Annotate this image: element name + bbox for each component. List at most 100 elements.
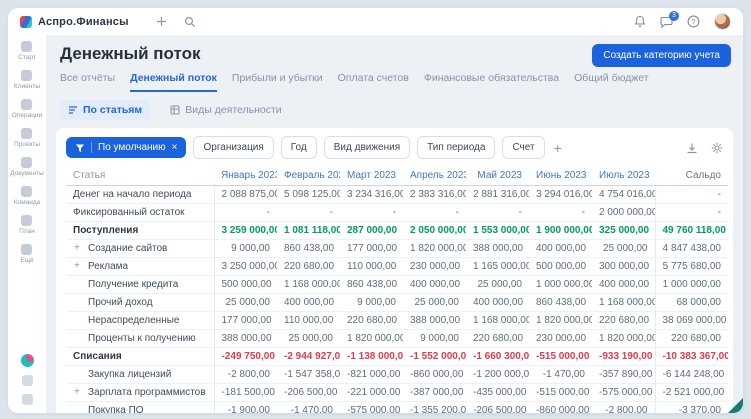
table-row[interactable]: + Реклама 3 250 000,00 220 680,00 110 000,00… xyxy=(66,257,728,276)
user-avatar[interactable] xyxy=(714,13,731,30)
column-header-month[interactable]: Февраль 2023 xyxy=(277,167,340,186)
workspace-logo-icon[interactable] xyxy=(20,354,34,367)
corner-widget-icon[interactable] xyxy=(728,398,743,413)
value-cell: 400 000,00 xyxy=(466,293,529,312)
filter-default-button[interactable]: По умолчанию × xyxy=(66,137,187,158)
app-window: Аспро.Финансы 3 ? Старт Клиенты Операции… xyxy=(8,8,743,413)
table-row[interactable]: Фиксированный остаток - - - - - -2 000 000,00- xyxy=(66,203,728,222)
bell-icon[interactable] xyxy=(633,15,646,28)
cashflow-table-body: Денег на начало периода 2 088 875,00 5 098… xyxy=(66,185,728,413)
value-cell: 1 168 000,00 xyxy=(592,293,655,312)
operations-icon xyxy=(21,99,33,110)
value-cell: 220 680,00 xyxy=(340,311,403,330)
column-header-month[interactable]: Май 2023 xyxy=(466,167,529,186)
expand-icon[interactable]: + xyxy=(74,261,80,272)
row-label: Прочий доход xyxy=(66,293,215,312)
sidebar-item-more[interactable]: Ещё xyxy=(10,244,44,264)
table-row[interactable]: Денег на начало периода 2 088 875,00 5 098… xyxy=(66,185,728,204)
column-header-month[interactable]: Январь 2023 xyxy=(214,167,277,186)
value-cell: 1 081 118,00 xyxy=(277,220,340,240)
value-cell: 3 294 016,00 xyxy=(529,185,592,204)
tab-все-отчёты[interactable]: Все отчёты xyxy=(60,72,115,92)
value-cell: 400 000,00 xyxy=(403,275,466,294)
value-cell: - xyxy=(466,203,529,222)
filter-clear-icon[interactable]: × xyxy=(172,142,178,153)
tab-денежный-поток[interactable]: Денежный поток xyxy=(130,72,217,92)
search-icon[interactable] xyxy=(184,15,197,28)
value-cell: -860 000,00 xyxy=(403,365,466,384)
table-row[interactable]: Закупка лицензий -2 800,00 -1 547 358,00 -8… xyxy=(66,365,728,384)
row-label: Денег на начало периода xyxy=(66,185,215,204)
table-row[interactable]: + Зарплата программистов -181 500,00 -206 5… xyxy=(66,383,728,402)
sidebar-item-plan[interactable]: План xyxy=(10,215,44,235)
sidebar-item-operations[interactable]: Операции xyxy=(10,99,44,119)
report-tabs: Все отчёты Денежный поток Прибыли и убытки… xyxy=(60,72,731,92)
filter-default-label: По умолчанию xyxy=(98,142,166,153)
table-row[interactable]: Прочий доход 25 000,00 400 000,00 9 000,00 2… xyxy=(66,293,728,312)
table-row[interactable]: Проценты к получению 388 000,00 25 000,00 1… xyxy=(66,329,728,348)
brand[interactable]: Аспро.Финансы xyxy=(20,15,129,28)
support-icon[interactable] xyxy=(21,394,33,405)
table-row[interactable]: Списания -249 750,00 -2 944 927,00 -1 138 0… xyxy=(66,346,728,366)
tab-общий-бюджет[interactable]: Общий бюджет xyxy=(574,72,649,92)
download-icon[interactable] xyxy=(685,141,698,154)
column-header-month[interactable]: Июль 2023 xyxy=(592,167,655,186)
column-header-month[interactable]: Март 2023 xyxy=(340,167,403,186)
view-tab-by-items[interactable]: По статьям xyxy=(60,100,151,120)
view-tab-by-activity[interactable]: Виды деятельности xyxy=(162,100,289,120)
tab-прибыли-и-убытки[interactable]: Прибыли и убытки xyxy=(232,72,323,92)
value-cell: 500 000,00 xyxy=(529,257,592,276)
more-icon xyxy=(21,244,33,255)
sidebar-item-clients[interactable]: Клиенты xyxy=(10,70,44,90)
tab-оплата-счетов[interactable]: Оплата счетов xyxy=(338,72,409,92)
integrations-icon[interactable] xyxy=(21,375,33,386)
filter-chip[interactable]: Организация xyxy=(193,136,274,159)
chat-icon[interactable]: 3 xyxy=(660,11,679,28)
sidebar-item-projects[interactable]: Проекты xyxy=(10,128,44,148)
value-cell: -1 355 200,00 xyxy=(403,401,466,413)
row-label: Поступления xyxy=(66,220,215,240)
table-row[interactable]: Получение кредита 500 000,00 1 168 000,00 8… xyxy=(66,275,728,294)
table-row[interactable]: Покупка ПО -1 900,00 -1 470,00 -575 000,00-… xyxy=(66,401,728,413)
value-cell: 2 881 316,00 xyxy=(466,185,529,204)
value-cell: 300 000,00 xyxy=(592,257,655,276)
view-tab-by-items-label: По статьям xyxy=(83,104,143,116)
saldo-cell: 68 000,00 xyxy=(654,293,728,312)
value-cell: 4 754 016,00 xyxy=(592,185,655,204)
value-cell: -575 000,00 xyxy=(340,401,403,413)
value-cell: 1 820 000,00 xyxy=(340,329,403,348)
value-cell: - xyxy=(403,203,466,222)
add-icon[interactable] xyxy=(155,15,168,28)
sidebar-item-team[interactable]: Команда xyxy=(10,186,44,206)
sidebar-item-documents[interactable]: Документы xyxy=(10,157,44,177)
expand-icon[interactable]: + xyxy=(74,387,80,398)
gear-icon[interactable] xyxy=(710,141,723,154)
value-cell: -2 800,00 xyxy=(214,365,277,384)
column-header-month[interactable]: Апрель 2023 xyxy=(403,167,466,186)
value-cell: 220 680,00 xyxy=(466,329,529,348)
value-cell: 1 820 000,00 xyxy=(403,239,466,258)
table-row[interactable]: Поступления 3 259 000,00 1 081 118,00 287 0… xyxy=(66,220,728,240)
value-cell: 110 000,00 xyxy=(277,311,340,330)
table-row[interactable]: + Создание сайтов 9 000,00 860 438,00 177 00… xyxy=(66,239,728,258)
filter-chip[interactable]: Счет xyxy=(502,136,545,159)
add-filter-button[interactable]: + xyxy=(552,140,564,156)
value-cell: - xyxy=(340,203,403,222)
row-label: + Зарплата программистов xyxy=(66,383,215,402)
expand-icon[interactable]: + xyxy=(74,243,80,254)
value-cell: -1 660 300,00 xyxy=(466,346,529,366)
filter-chip[interactable]: Год xyxy=(280,136,317,159)
table-row[interactable]: Нераспределенные 177 000,00 110 000,00 220 … xyxy=(66,311,728,330)
value-cell: -1 200 000,00 xyxy=(466,365,529,384)
value-cell: 400 000,00 xyxy=(277,293,340,312)
filter-chip[interactable]: Тип периода xyxy=(417,136,496,159)
column-header-month[interactable]: Июнь 2023 xyxy=(529,167,592,186)
tab-финансовые-обязательства[interactable]: Финансовые обязательства xyxy=(424,72,559,92)
create-category-button[interactable]: Создать категорию учета xyxy=(592,44,731,67)
help-icon[interactable]: ? xyxy=(687,15,700,28)
sidebar-item-start[interactable]: Старт xyxy=(10,41,44,61)
value-cell: -860 000,00 xyxy=(529,401,592,413)
column-header-label: Статья xyxy=(66,167,214,186)
filter-chip[interactable]: Вид движения xyxy=(323,136,411,159)
value-cell: 2 383 316,00 xyxy=(403,185,466,204)
